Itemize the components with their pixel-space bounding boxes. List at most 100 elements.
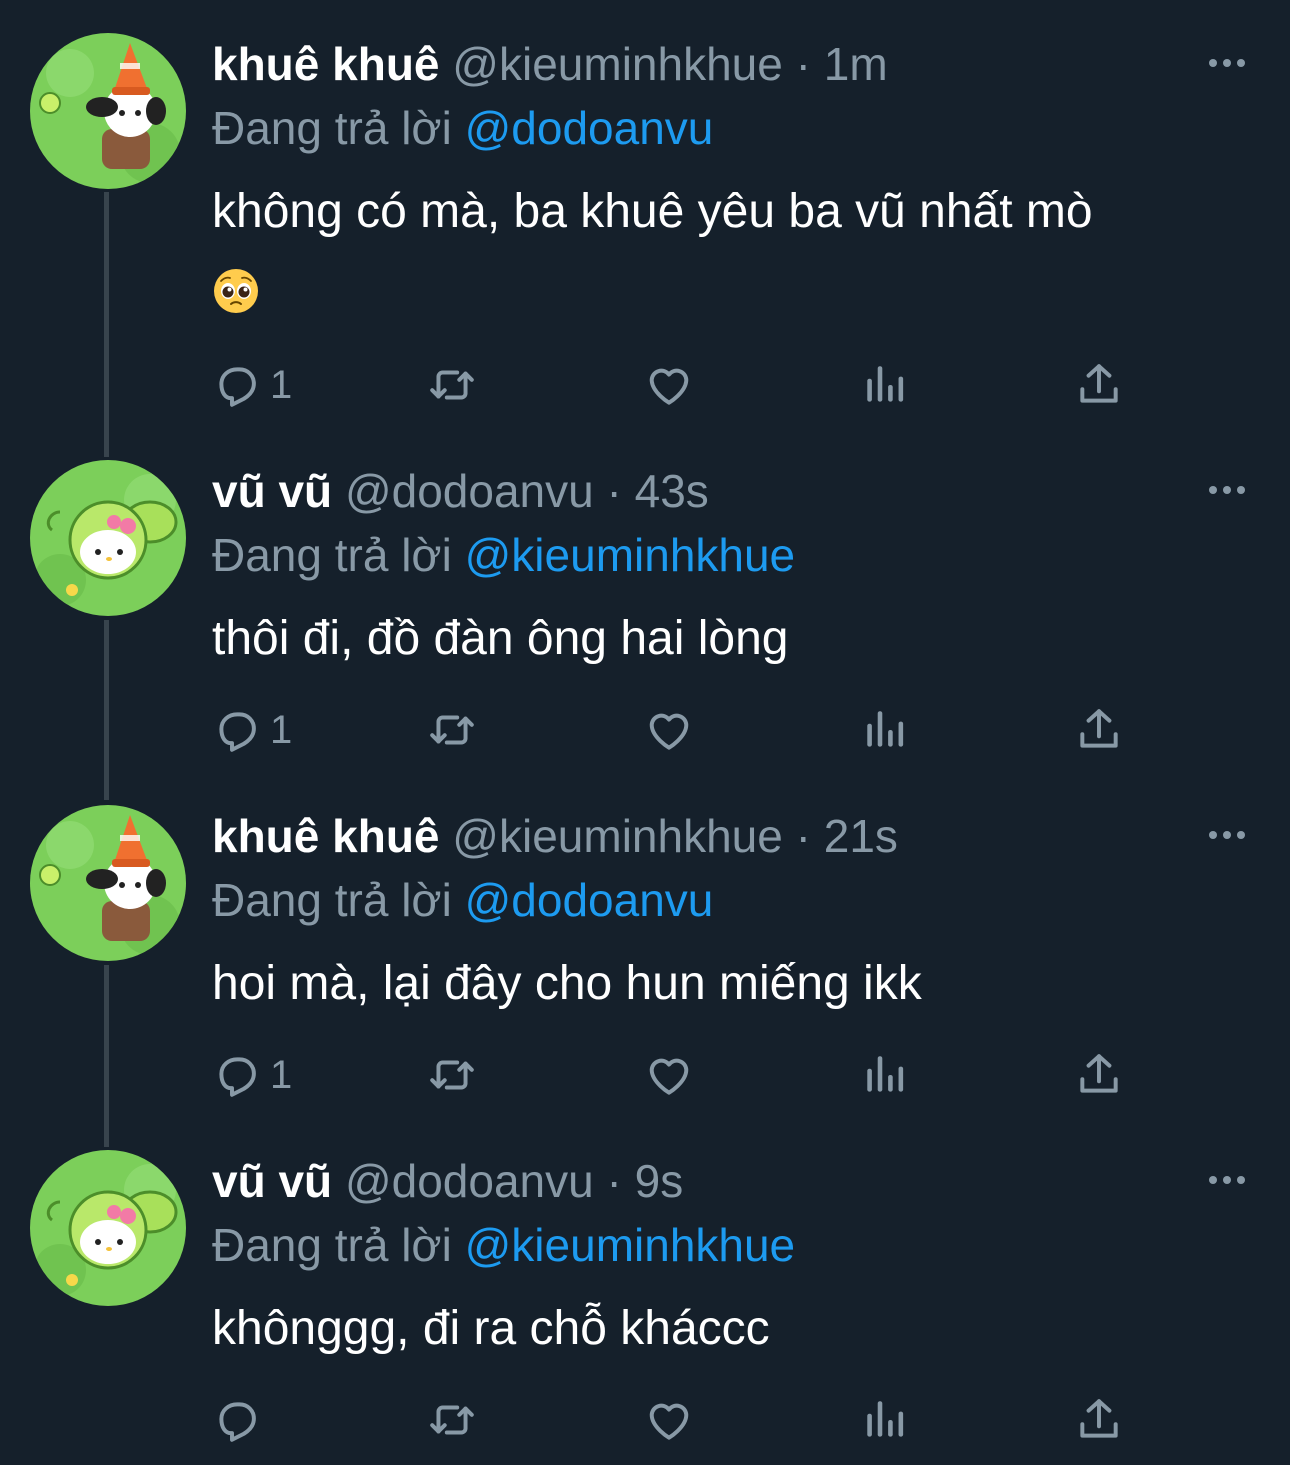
share-icon xyxy=(1074,705,1124,755)
retweet-icon xyxy=(427,1395,477,1445)
tweet-header: khuê khuê @kieuminhkhue · 21s xyxy=(212,806,898,866)
mention-link[interactable]: @kieuminhkhue xyxy=(465,1219,796,1271)
separator-dot: · xyxy=(795,810,811,862)
share-button[interactable] xyxy=(1074,1390,1124,1450)
like-button[interactable] xyxy=(644,700,694,760)
like-button[interactable] xyxy=(644,1045,694,1105)
tweet-text-content: hoi mà, lại đây cho hun miếng ikk xyxy=(212,957,922,1010)
timestamp[interactable]: 21s xyxy=(824,810,898,862)
more-icon[interactable] xyxy=(1205,48,1249,78)
tweet-text: hoi mà, lại đây cho hun miếng ikk xyxy=(212,944,1222,1024)
tweet-header: khuê khuê @kieuminhkhue · 1m xyxy=(212,34,888,94)
reply-count: 1 xyxy=(270,363,293,407)
reply-count: 1 xyxy=(270,1053,293,1097)
tweet[interactable]: khuê khuê @kieuminhkhue · 1m Đang trả lờ… xyxy=(0,0,1290,430)
display-name[interactable]: khuê khuê xyxy=(212,38,440,90)
separator-dot: · xyxy=(606,465,622,517)
more-icon[interactable] xyxy=(1205,820,1249,850)
mention-link[interactable]: @dodoanvu xyxy=(465,102,714,154)
views-icon xyxy=(860,705,910,755)
retweet-icon xyxy=(427,1050,477,1100)
reply-icon xyxy=(212,1395,262,1445)
timestamp[interactable]: 1m xyxy=(824,38,888,90)
avatar[interactable] xyxy=(30,1150,186,1306)
views-button[interactable] xyxy=(860,700,910,760)
replying-to-label: Đang trả lời xyxy=(212,529,452,581)
tweet-header: vũ vũ @dodoanvu · 43s xyxy=(212,461,709,521)
pleading-face-icon xyxy=(212,260,260,308)
display-name[interactable]: khuê khuê xyxy=(212,810,440,862)
share-icon xyxy=(1074,1050,1124,1100)
action-bar: 1 xyxy=(212,355,1172,415)
tweet-text-content: thôi đi, đồ đàn ông hai lòng xyxy=(212,612,789,665)
replying-to-label: Đang trả lời xyxy=(212,874,452,926)
reply-icon xyxy=(212,360,262,410)
reply-icon xyxy=(212,705,262,755)
share-button[interactable] xyxy=(1074,700,1124,760)
display-name[interactable]: vũ vũ xyxy=(212,465,332,517)
reply-button[interactable]: 1 xyxy=(212,355,292,415)
mention-link[interactable]: @kieuminhkhue xyxy=(465,529,796,581)
share-button[interactable] xyxy=(1074,355,1124,415)
retweet-icon xyxy=(427,360,477,410)
tweet-text-content: khônggg, đi ra chỗ kháccc xyxy=(212,1302,770,1355)
tweet-text: không có mà, ba khuê yêu ba vũ nhất mò xyxy=(212,172,1222,332)
like-button[interactable] xyxy=(644,355,694,415)
like-icon xyxy=(644,360,694,410)
avatar[interactable] xyxy=(30,460,186,616)
separator-dot: · xyxy=(795,38,811,90)
handle[interactable]: @kieuminhkhue xyxy=(452,38,783,90)
tweet[interactable]: vũ vũ @dodoanvu · 43s Đang trả lời @kieu… xyxy=(0,427,1290,772)
more-icon[interactable] xyxy=(1205,475,1249,505)
timestamp[interactable]: 9s xyxy=(635,1155,684,1207)
tweet[interactable]: khuê khuê @kieuminhkhue · 21s Đang trả l… xyxy=(0,772,1290,1117)
reply-button[interactable] xyxy=(212,1390,270,1450)
retweet-button[interactable] xyxy=(427,700,477,760)
share-button[interactable] xyxy=(1074,1045,1124,1105)
replying-to: Đang trả lời @dodoanvu xyxy=(212,870,713,930)
conversation-thread: khuê khuê @kieuminhkhue · 1m Đang trả lờ… xyxy=(0,0,1290,1465)
views-icon xyxy=(860,360,910,410)
action-bar xyxy=(212,1390,1172,1450)
retweet-button[interactable] xyxy=(427,355,477,415)
tweet-text: khônggg, đi ra chỗ kháccc xyxy=(212,1289,1222,1369)
more-icon[interactable] xyxy=(1205,1165,1249,1195)
tweet-text-content: không có mà, ba khuê yêu ba vũ nhất mò xyxy=(212,185,1093,238)
retweet-button[interactable] xyxy=(427,1045,477,1105)
reply-button[interactable]: 1 xyxy=(212,700,292,760)
share-icon xyxy=(1074,1395,1124,1445)
replying-to: Đang trả lời @dodoanvu xyxy=(212,98,713,158)
handle[interactable]: @dodoanvu xyxy=(345,1155,594,1207)
like-icon xyxy=(644,1050,694,1100)
action-bar: 1 xyxy=(212,1045,1172,1105)
reply-icon xyxy=(212,1050,262,1100)
views-icon xyxy=(860,1050,910,1100)
replying-to-label: Đang trả lời xyxy=(212,102,452,154)
views-button[interactable] xyxy=(860,1045,910,1105)
share-icon xyxy=(1074,360,1124,410)
views-icon xyxy=(860,1395,910,1445)
replying-to: Đang trả lời @kieuminhkhue xyxy=(212,525,795,585)
views-button[interactable] xyxy=(860,1390,910,1450)
like-button[interactable] xyxy=(644,1390,694,1450)
views-button[interactable] xyxy=(860,355,910,415)
like-icon xyxy=(644,1395,694,1445)
tweet[interactable]: vũ vũ @dodoanvu · 9s Đang trả lời @kieum… xyxy=(0,1117,1290,1465)
avatar[interactable] xyxy=(30,33,186,189)
retweet-icon xyxy=(427,705,477,755)
handle[interactable]: @kieuminhkhue xyxy=(452,810,783,862)
mention-link[interactable]: @dodoanvu xyxy=(465,874,714,926)
reply-count: 1 xyxy=(270,708,293,752)
avatar[interactable] xyxy=(30,805,186,961)
replying-to-label: Đang trả lời xyxy=(212,1219,452,1271)
action-bar: 1 xyxy=(212,700,1172,760)
handle[interactable]: @dodoanvu xyxy=(345,465,594,517)
timestamp[interactable]: 43s xyxy=(635,465,709,517)
tweet-text: thôi đi, đồ đàn ông hai lòng xyxy=(212,599,1222,679)
display-name[interactable]: vũ vũ xyxy=(212,1155,332,1207)
retweet-button[interactable] xyxy=(427,1390,477,1450)
separator-dot: · xyxy=(606,1155,622,1207)
tweet-header: vũ vũ @dodoanvu · 9s xyxy=(212,1151,683,1211)
like-icon xyxy=(644,705,694,755)
reply-button[interactable]: 1 xyxy=(212,1045,292,1105)
